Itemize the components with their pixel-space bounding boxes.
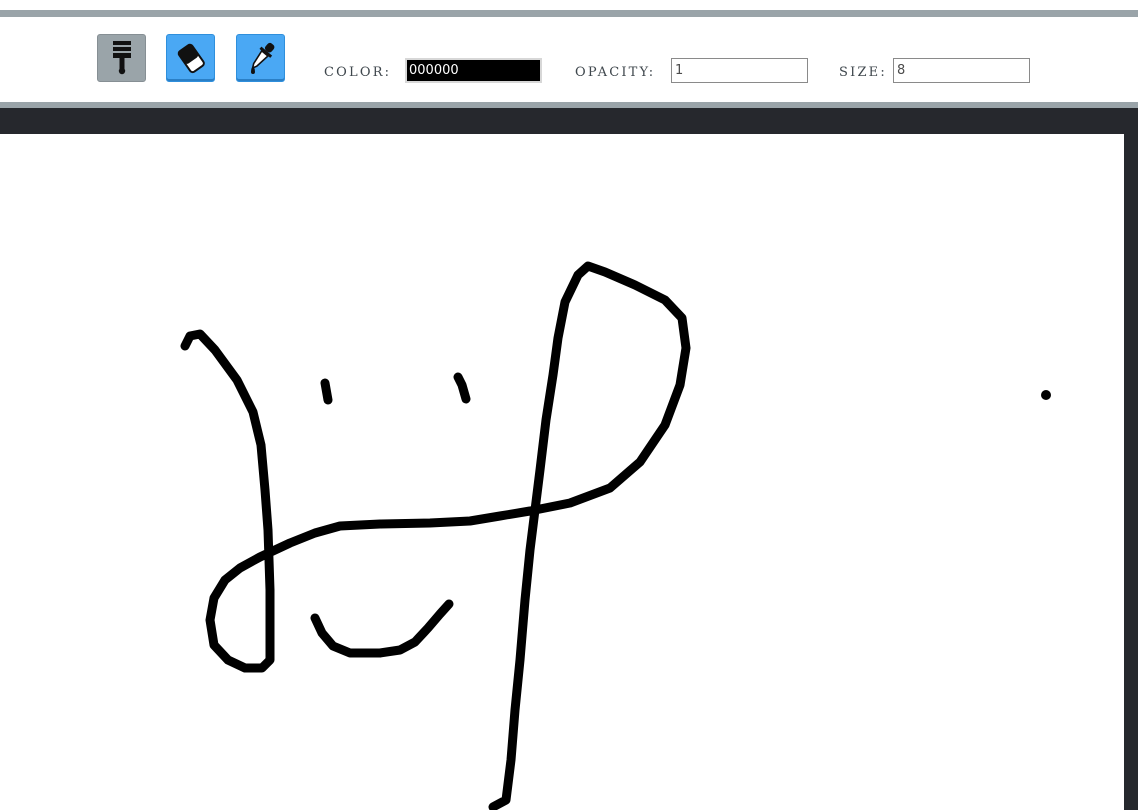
drawing-strokes [180,261,1051,810]
brush-tool-button[interactable] [97,34,146,82]
brush-icon [112,41,131,75]
stroke-mouth [310,599,454,658]
eraser-tool-button[interactable] [166,34,215,82]
size-label: SIZE: [839,65,887,80]
size-input[interactable] [893,58,1030,83]
toolbar: COLOR: OPACITY: SIZE: [0,17,1138,102]
opacity-input[interactable] [671,58,808,83]
drawing-canvas[interactable] [0,134,1124,810]
color-label: COLOR: [324,65,392,80]
eraser-icon [177,43,205,74]
eyedropper-icon [250,42,274,74]
stroke-right-eye [453,372,471,404]
eyedropper-tool-button[interactable] [236,34,285,82]
stroke-left-eye [320,378,333,405]
stroke-left-loop [180,261,691,810]
color-input[interactable] [405,58,542,83]
opacity-label: OPACITY: [575,65,656,80]
stroke-dot [1041,390,1051,400]
toolbar-top-border [0,10,1138,17]
